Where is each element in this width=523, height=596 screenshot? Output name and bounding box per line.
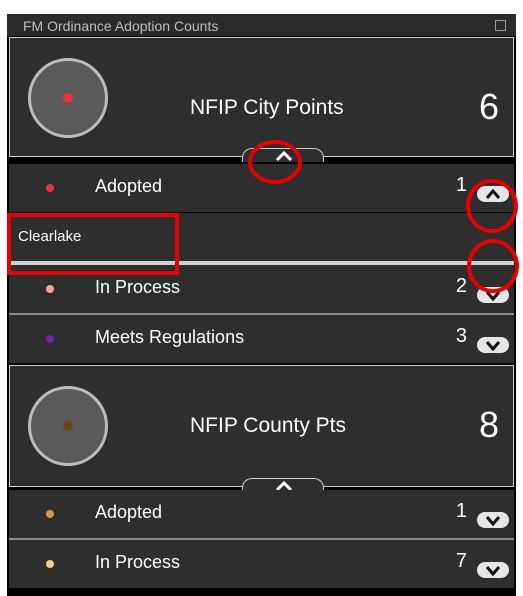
group-count: 8 [478, 404, 499, 445]
list-item-adopted[interactable]: Adopted 1 [9, 490, 514, 538]
group-title: NFIP County Pts [190, 414, 347, 437]
list-item-meets-regulations[interactable]: Meets Regulations 3 [9, 315, 514, 363]
row-count: 7 [455, 550, 467, 572]
row-count: 3 [455, 325, 467, 347]
gauge-dot [63, 421, 73, 431]
maximize-icon[interactable] [495, 20, 506, 31]
group-count: 6 [478, 86, 499, 127]
row-label: In Process [95, 552, 181, 572]
annotation-circle [467, 239, 519, 293]
chevron-down-icon [485, 341, 501, 351]
gauge-icon [28, 386, 108, 466]
group-header-city-points[interactable]: NFIP City Points 6 [9, 37, 514, 157]
gauge-dot [63, 93, 73, 103]
row-count: 2 [455, 275, 467, 297]
annotation-circle [248, 140, 302, 184]
gauge-icon [28, 58, 108, 138]
group-title: NFIP City Points [190, 96, 344, 119]
widget-title: FM Ordinance Adoption Counts [23, 18, 219, 34]
expand-row-button[interactable] [477, 337, 509, 353]
ordinance-counts-widget: FM Ordinance Adoption Counts NFIP City P… [7, 14, 516, 596]
row-count: 1 [455, 174, 467, 196]
chevron-down-icon [485, 516, 501, 526]
annotation-box [7, 213, 179, 275]
status-dot [46, 335, 54, 343]
annotation-circle [466, 179, 518, 233]
row-label: Meets Regulations [95, 327, 245, 347]
row-label: Adopted [95, 176, 163, 196]
widget-title-bar: FM Ordinance Adoption Counts [7, 14, 516, 36]
chevron-down-icon [485, 566, 501, 576]
group-header-county-points[interactable]: NFIP County Pts 8 [9, 365, 514, 487]
status-dot [46, 285, 54, 293]
status-dot [46, 184, 54, 192]
row-count: 1 [455, 500, 467, 522]
status-dot [46, 560, 54, 568]
expand-row-button[interactable] [477, 512, 509, 528]
status-dot [46, 510, 54, 518]
row-label: In Process [95, 277, 181, 297]
list-item-in-process[interactable]: In Process 7 [9, 540, 514, 588]
expand-row-button[interactable] [477, 562, 509, 578]
row-label: Adopted [95, 502, 163, 522]
